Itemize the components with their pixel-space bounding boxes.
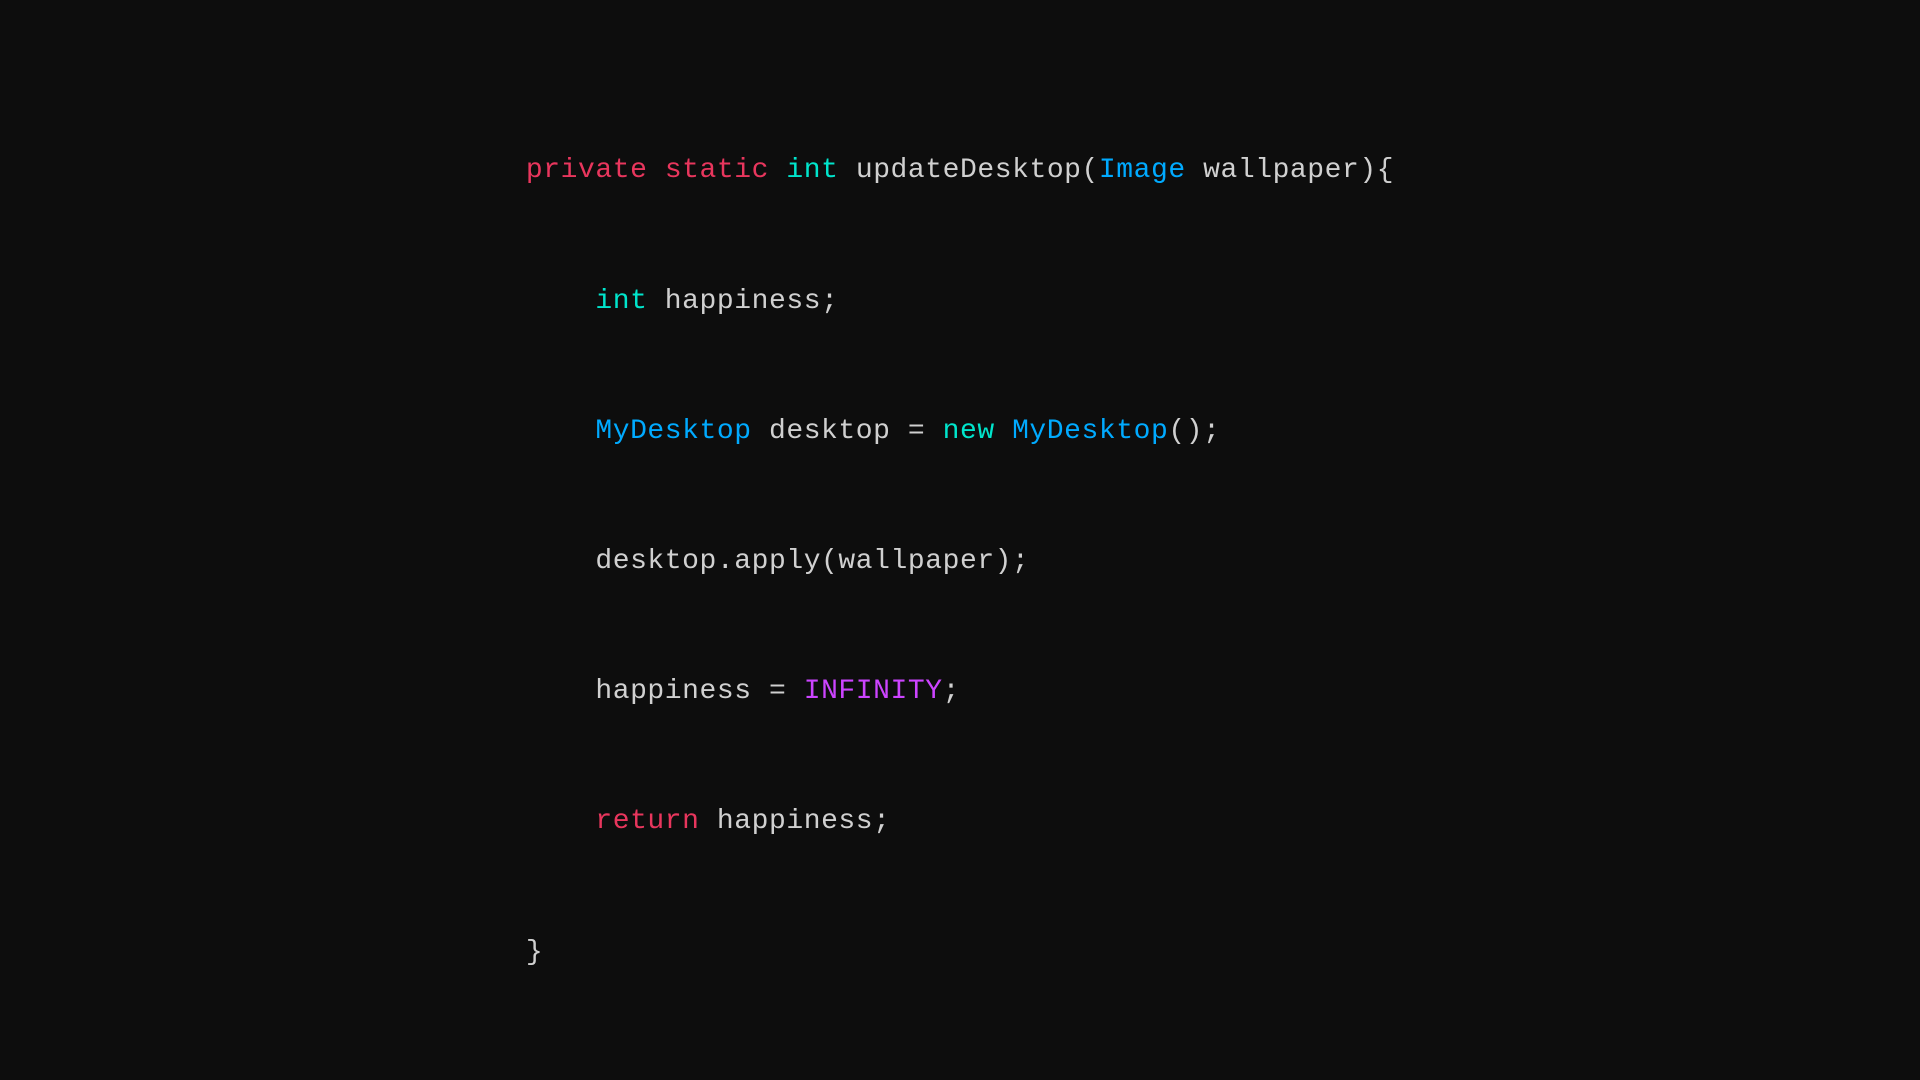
code-line-6: return happiness; (526, 800, 1394, 843)
code-line-4: desktop.apply(wallpaper); (526, 540, 1394, 583)
keyword-new: new (943, 416, 995, 447)
semicolon-5: ; (943, 676, 960, 707)
constructor-end: (); (1168, 416, 1220, 447)
class-mydesktop-2: MyDesktop (995, 416, 1169, 447)
return-happiness: happiness; (700, 806, 891, 837)
constant-infinity: INFINITY (804, 676, 943, 707)
code-line-3: MyDesktop desktop = new MyDesktop(); (526, 410, 1394, 453)
keyword-static: static (665, 155, 769, 186)
code-display: private static int updateDesktop(Image w… (526, 63, 1394, 1018)
method-signature: updateDesktop( (838, 155, 1098, 186)
keyword-int-1: int (786, 155, 838, 186)
class-image: Image (1099, 155, 1186, 186)
code-line-5: happiness = INFINITY; (526, 670, 1394, 713)
code-line-7: } (526, 931, 1394, 974)
closing-brace: } (526, 937, 543, 968)
happiness-decl: happiness; (647, 286, 838, 317)
param-wallpaper: wallpaper){ (1186, 155, 1394, 186)
keyword-return: return (595, 806, 699, 837)
apply-call: desktop.apply(wallpaper); (595, 546, 1029, 577)
code-line-1: private static int updateDesktop(Image w… (526, 149, 1394, 192)
class-mydesktop-1: MyDesktop (595, 416, 751, 447)
desktop-assign-middle: desktop = (752, 416, 943, 447)
keyword-int-2: int (595, 286, 647, 317)
code-line-2: int happiness; (526, 280, 1394, 323)
happiness-assign: happiness (595, 676, 751, 707)
keyword-private: private (526, 155, 648, 186)
